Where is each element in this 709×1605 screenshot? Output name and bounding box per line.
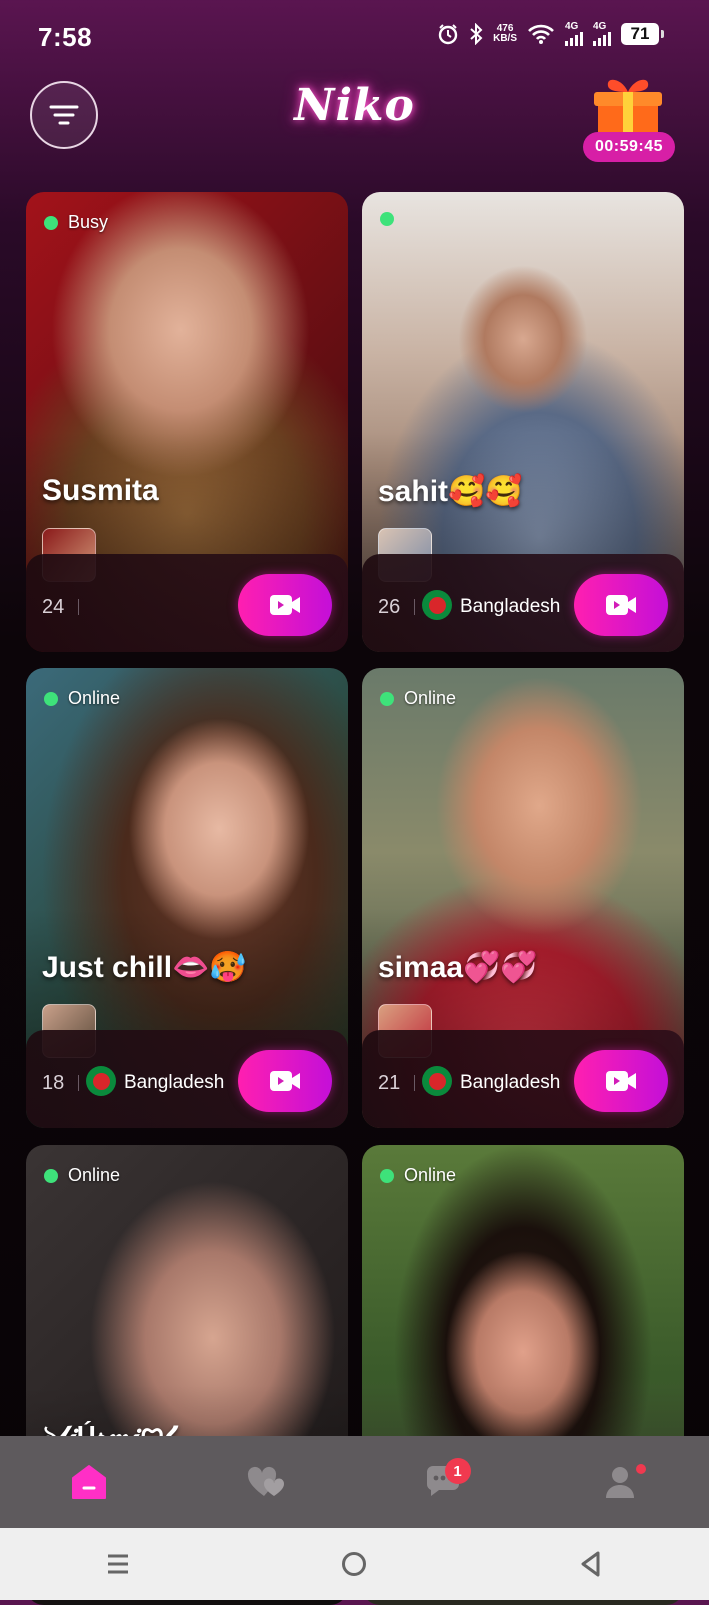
signal-bars-icon <box>565 32 583 46</box>
profile-age: 26 <box>378 596 401 618</box>
card-info-panel: 24 <box>26 554 348 652</box>
divider <box>414 1075 415 1091</box>
nav-messages[interactable]: 1 <box>355 1436 532 1528</box>
online-dot <box>44 691 58 706</box>
video-camera-icon <box>270 1071 300 1091</box>
circle-home-icon <box>342 1552 367 1576</box>
profile-age: 21 <box>378 1072 401 1094</box>
nav-home[interactable] <box>0 1436 177 1528</box>
bangladesh-flag-icon <box>86 1066 116 1096</box>
profile-age: 18 <box>42 1072 65 1094</box>
status-label: Online <box>68 688 121 708</box>
status-label: Online <box>404 688 457 708</box>
profile-card[interactable]: Online simaa💞💞 21 Bangladesh <box>362 668 684 1128</box>
bottom-nav: 1 <box>0 1436 709 1528</box>
online-dot <box>380 212 394 226</box>
profile-age: 24 <box>42 596 65 618</box>
bluetooth-icon <box>469 23 483 45</box>
nav-match[interactable] <box>177 1436 354 1528</box>
online-dot <box>380 691 394 706</box>
divider <box>78 1075 79 1091</box>
card-info-panel: 21 Bangladesh <box>362 1030 684 1128</box>
home-icon <box>71 1465 106 1499</box>
gift-timer: 00:59:45 <box>583 132 675 162</box>
status-label: Online <box>404 1165 457 1185</box>
profile-card[interactable]: sahit🥰🥰 26 Bangladesh <box>362 192 684 652</box>
alarm-icon <box>437 23 459 45</box>
divider <box>78 599 79 615</box>
profile-name: simaa💞💞 <box>378 951 538 984</box>
net-speed: 476 KB/S <box>493 24 517 44</box>
status-bar: 7:58 476 KB/S 4G 4G 71 <box>0 0 709 78</box>
online-dot <box>44 1168 58 1183</box>
back-system-button[interactable] <box>473 1528 709 1600</box>
battery-indicator: 71 <box>621 23 664 45</box>
card-info-panel: 18 Bangladesh <box>26 1030 348 1128</box>
video-call-button[interactable] <box>574 574 668 636</box>
status-icons: 476 KB/S 4G 4G 71 <box>437 22 664 46</box>
status-label: Online <box>68 1165 121 1185</box>
home-system-button[interactable] <box>236 1528 472 1600</box>
card-info-panel: 26 Bangladesh <box>362 554 684 652</box>
video-call-button[interactable] <box>574 1050 668 1112</box>
system-nav-bar <box>0 1528 709 1600</box>
back-triangle-icon <box>581 1551 600 1577</box>
profile-card[interactable]: Busy Susmita 24 <box>26 192 348 652</box>
video-camera-icon <box>270 595 300 615</box>
divider <box>414 599 415 615</box>
video-call-button[interactable] <box>238 1050 332 1112</box>
profile-name: sahit🥰🥰 <box>378 475 523 508</box>
profile-notification-dot <box>635 1464 646 1474</box>
signal-1: 4G <box>565 22 583 46</box>
online-dot <box>380 1168 394 1183</box>
messages-badge: 1 <box>444 1458 471 1484</box>
bangladesh-flag-icon <box>422 590 452 620</box>
video-camera-icon <box>606 1071 636 1091</box>
status-indicator: Online <box>380 1165 456 1186</box>
signal-2: 4G <box>593 22 611 46</box>
signal-bars-icon <box>593 32 611 46</box>
menu-icon <box>108 1554 129 1574</box>
signal-1-label: 4G <box>565 21 579 32</box>
status-indicator <box>380 212 404 226</box>
status-indicator: Busy <box>44 212 108 233</box>
nav-profile[interactable] <box>532 1436 709 1528</box>
status-label: Busy <box>68 212 109 232</box>
profile-card[interactable]: Online Just chill👄🥵 18 Bangladesh <box>26 668 348 1128</box>
profile-country: Bangladesh <box>460 1072 561 1093</box>
status-indicator: Online <box>380 688 456 709</box>
online-dot <box>44 215 58 230</box>
status-indicator: Online <box>44 1165 120 1186</box>
signal-2-label: 4G <box>593 21 607 32</box>
status-time: 7:58 <box>38 22 93 52</box>
recent-apps-button[interactable] <box>0 1528 236 1600</box>
profile-name: Just chill👄🥵 <box>42 951 247 984</box>
video-camera-icon <box>606 595 636 615</box>
net-speed-unit: KB/S <box>493 33 517 44</box>
profile-country: Bangladesh <box>124 1072 225 1093</box>
profile-country: Bangladesh <box>460 596 561 617</box>
video-call-button[interactable] <box>238 574 332 636</box>
status-indicator: Online <box>44 688 120 709</box>
wifi-icon <box>527 23 555 45</box>
profile-name: Susmita <box>42 474 159 507</box>
bangladesh-flag-icon <box>422 1066 452 1096</box>
hearts-icon <box>247 1466 284 1496</box>
